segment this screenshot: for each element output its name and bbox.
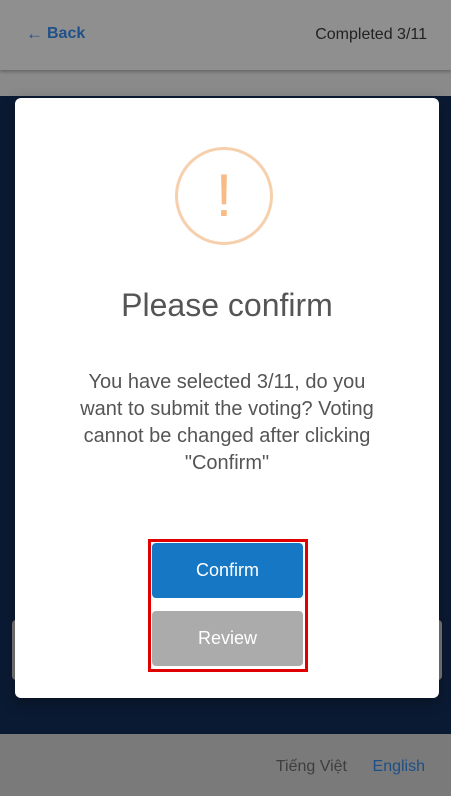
exclamation-icon: ! [175, 147, 273, 245]
language-vietnamese[interactable]: Tiếng Việt [276, 758, 347, 776]
dialog-message: You have selected 3/11, do you want to s… [80, 371, 374, 474]
top-bar: ← Back Completed 3/11 [0, 0, 451, 70]
arrow-left-icon: ← [26, 24, 43, 43]
back-label: Back [47, 25, 86, 42]
footer-bar: Tiếng Việt English [0, 734, 451, 796]
dialog-title: Please confirm [121, 287, 333, 323]
progress-status: Completed 3/11 [315, 26, 427, 43]
language-english[interactable]: English [373, 758, 425, 776]
back-button[interactable]: ← Back [26, 24, 85, 44]
confirm-dialog: ! Please confirm You have selected 3/11,… [15, 98, 439, 698]
review-button[interactable]: Review [152, 611, 303, 666]
confirm-button[interactable]: Confirm [152, 543, 303, 598]
